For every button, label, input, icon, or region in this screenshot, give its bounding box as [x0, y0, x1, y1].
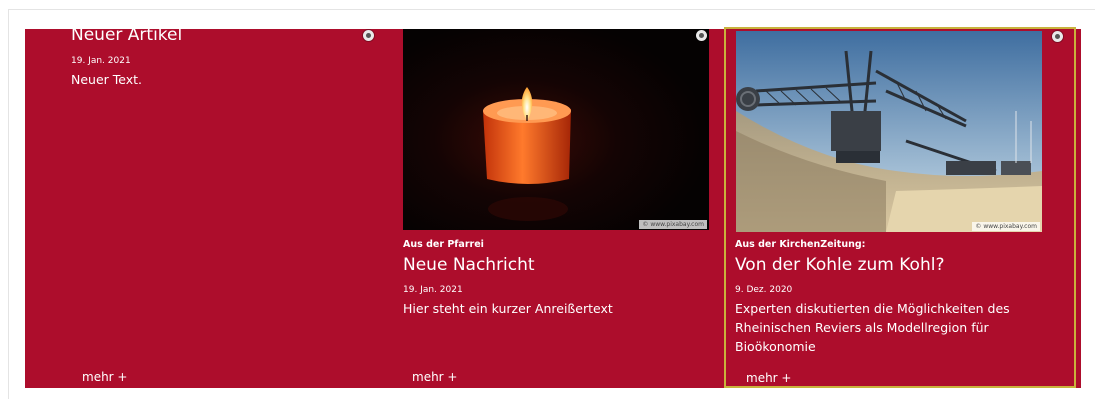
more-link[interactable]: mehr + — [746, 371, 791, 385]
card-date: 9. Dez. 2020 — [735, 285, 793, 295]
card-title[interactable]: Neue Nachricht — [403, 255, 535, 275]
select-radio-icon[interactable] — [696, 30, 707, 41]
news-card-neuer-artikel[interactable]: Neuer Artikel 19. Jan. 2021 Neuer Text. … — [25, 25, 374, 388]
excavator-image[interactable]: © www.pixabay.com — [736, 31, 1042, 232]
card-date: 19. Jan. 2021 — [403, 285, 463, 295]
card-title[interactable]: Von der Kohle zum Kohl? — [735, 255, 944, 275]
card-category: Aus der Pfarrei — [403, 239, 484, 250]
news-card-neue-nachricht[interactable]: © www.pixabay.com Aus der Pfarrei Neue N… — [370, 29, 709, 388]
left-divider — [8, 9, 9, 399]
card-teaser: Neuer Text. — [71, 72, 143, 87]
card-date: 19. Jan. 2021 — [71, 56, 131, 66]
top-divider — [8, 9, 1095, 10]
news-card-kohle-zum-kohl[interactable]: © www.pixabay.com Aus der KirchenZeitung… — [724, 27, 1076, 388]
more-link[interactable]: mehr + — [412, 370, 457, 384]
candle-image[interactable]: © www.pixabay.com — [403, 29, 709, 230]
image-credit: © www.pixabay.com — [972, 222, 1040, 231]
card-teaser: Experten diskutierten die Möglichkeiten … — [735, 301, 1010, 354]
card-title[interactable]: Neuer Artikel — [71, 25, 182, 45]
image-credit: © www.pixabay.com — [639, 220, 707, 229]
chevron-up-icon[interactable]: ⌃ — [1077, 361, 1093, 377]
news-carousel: Neuer Artikel 19. Jan. 2021 Neuer Text. … — [25, 25, 1081, 388]
card-teaser: Hier steht ein kurzer Anreißertext — [403, 301, 613, 316]
card-category: Aus der KirchenZeitung: — [735, 239, 866, 250]
select-radio-icon[interactable] — [1052, 31, 1063, 42]
more-link[interactable]: mehr + — [82, 370, 127, 384]
